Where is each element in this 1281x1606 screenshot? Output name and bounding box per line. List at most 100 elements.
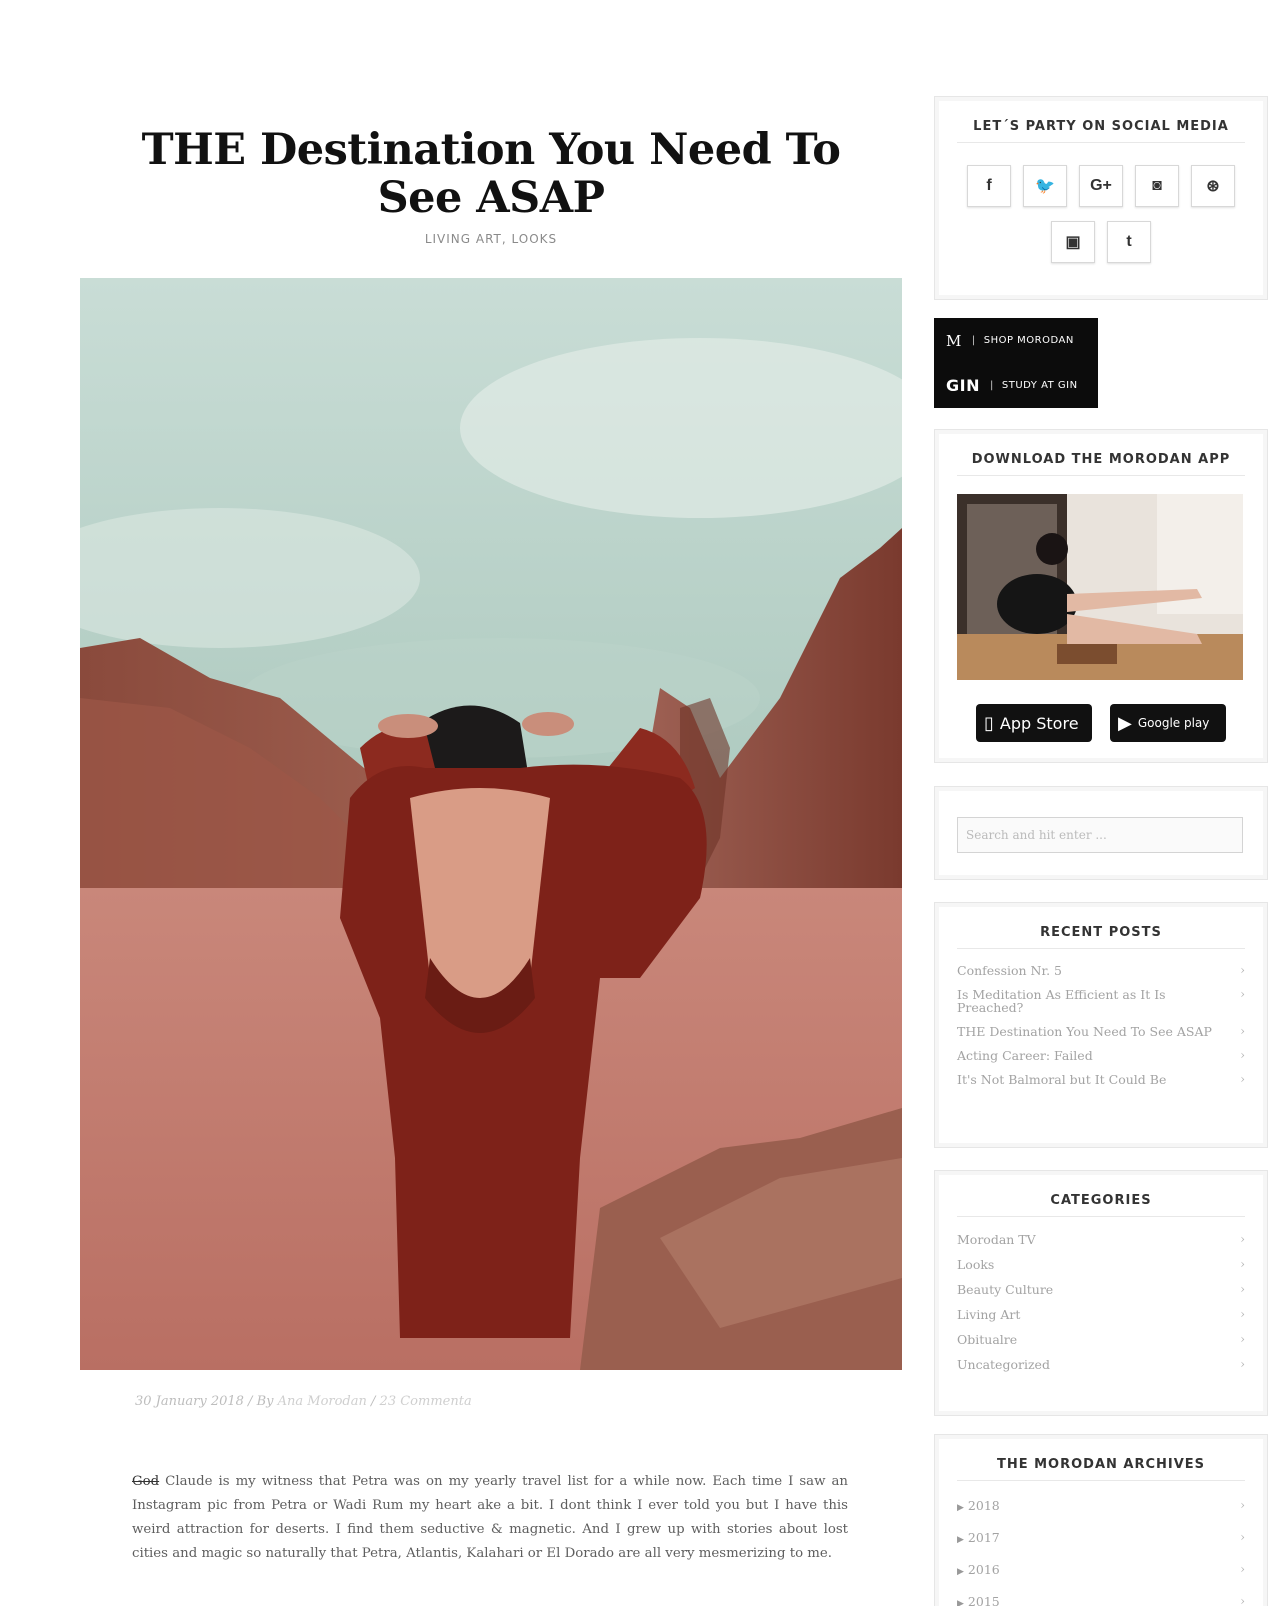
archive-item[interactable]: ▶ 2016 ›: [957, 1555, 1245, 1587]
category-item[interactable]: Living Art ›: [957, 1302, 1245, 1327]
category-item[interactable]: Beauty Culture ›: [957, 1277, 1245, 1302]
chevron-right-icon: ›: [1240, 1257, 1245, 1271]
archive-item[interactable]: ▶ 2017 ›: [957, 1523, 1245, 1555]
chevron-right-icon: ›: [1240, 1072, 1245, 1086]
post-body-text: Claude is my witness that Petra was on m…: [132, 1474, 848, 1561]
post-meta-separator: /: [366, 1394, 380, 1409]
category-label: Morodan TV: [957, 1232, 1036, 1247]
recent-posts-widget: RECENT POSTS Confession Nr. 5 › Is Medita…: [934, 902, 1268, 1148]
triangle-right-icon: ▶: [957, 1567, 964, 1577]
shop-morodan-banner[interactable]: M | SHOP MORODAN: [934, 318, 1098, 363]
chevron-right-icon: ›: [1240, 1282, 1245, 1296]
search-input[interactable]: [957, 817, 1243, 853]
categories-title: CATEGORIES: [957, 1193, 1245, 1217]
google-play-button[interactable]: ▶ Google play: [1110, 704, 1226, 742]
instagram-icon[interactable]: ◙: [1135, 165, 1179, 207]
category-link-living-art[interactable]: LIVING ART: [425, 232, 502, 246]
chevron-right-icon: ›: [1240, 987, 1245, 1001]
app-photo: [957, 494, 1243, 680]
recent-post-label: Is Meditation As Efficient as It Is Prea…: [957, 987, 1166, 1015]
shop-morodan-label: SHOP MORODAN: [983, 335, 1074, 346]
category-item[interactable]: Uncategorized ›: [957, 1352, 1245, 1377]
chevron-right-icon: ›: [1240, 1332, 1245, 1346]
category-item[interactable]: Looks ›: [957, 1252, 1245, 1277]
youtube-icon[interactable]: ▣: [1051, 221, 1095, 263]
chevron-right-icon: ›: [1240, 1594, 1245, 1606]
twitter-icon[interactable]: 🐦: [1023, 165, 1067, 207]
category-label: Looks: [957, 1257, 995, 1272]
morodan-logo: M: [946, 331, 962, 350]
social-widget: LET´S PARTY ON SOCIAL MEDIA f 🐦 G+ ◙ ⊛ ▣…: [934, 96, 1268, 300]
recent-post-label: THE Destination You Need To See ASAP: [957, 1024, 1212, 1039]
tumblr-icon[interactable]: t: [1107, 221, 1151, 263]
app-store-label: App Store: [999, 713, 1079, 733]
chevron-right-icon: ›: [1240, 963, 1245, 977]
facebook-icon[interactable]: f: [967, 165, 1011, 207]
app-store-button[interactable]: ▯ App Store: [976, 704, 1092, 742]
triangle-right-icon: ▶: [957, 1503, 964, 1513]
pinterest-icon[interactable]: ⊛: [1191, 165, 1235, 207]
recent-post-label: It's Not Balmoral but It Could Be: [957, 1072, 1167, 1087]
post-meta: 30 January 2018 / By Ana Morodan / 23 Co…: [135, 1394, 472, 1409]
post-main: THE Destination You Need To See ASAP LIV…: [80, 96, 902, 1561]
archive-label: 2017: [967, 1530, 1000, 1545]
recent-post-item[interactable]: Confession Nr. 5 ›: [957, 959, 1245, 983]
chevron-right-icon: ›: [1240, 1530, 1245, 1544]
chevron-right-icon: ›: [1240, 1562, 1245, 1576]
category-label: Obitualre: [957, 1332, 1018, 1347]
category-label: Beauty Culture: [957, 1282, 1054, 1297]
archives-title: THE MORODAN ARCHIVES: [957, 1457, 1245, 1481]
archive-label: 2015: [967, 1594, 1000, 1606]
search-widget: [934, 786, 1268, 880]
post-title: THE Destination You Need To See ASAP: [141, 125, 841, 223]
post-categories: LIVING ART, LOOKS: [80, 232, 902, 246]
recent-post-item[interactable]: THE Destination You Need To See ASAP ›: [957, 1020, 1245, 1044]
chevron-right-icon: ›: [1240, 1048, 1245, 1062]
triangle-right-icon: ▶: [957, 1599, 964, 1606]
post-hero-image: [80, 278, 902, 1370]
category-label: Uncategorized: [957, 1357, 1050, 1372]
categories-widget: CATEGORIES Morodan TV › Looks › Beauty Cul…: [934, 1170, 1268, 1416]
recent-post-item[interactable]: Acting Career: Failed ›: [957, 1044, 1245, 1068]
archive-item[interactable]: ▶ 2015 ›: [957, 1587, 1245, 1606]
promo-banners: M | SHOP MORODAN GIN | STUDY AT GIN: [934, 318, 1098, 408]
banner-separator: |: [989, 380, 994, 391]
chevron-right-icon: ›: [1240, 1232, 1245, 1246]
study-at-gin-label: STUDY AT GIN: [1001, 380, 1078, 391]
google-play-label: Google play: [1137, 716, 1210, 730]
google-plus-icon[interactable]: G+: [1079, 165, 1123, 207]
chevron-right-icon: ›: [1240, 1307, 1245, 1321]
social-widget-title: LET´S PARTY ON SOCIAL MEDIA: [957, 119, 1245, 143]
post-by-label: / By: [243, 1394, 278, 1409]
category-separator: ,: [501, 232, 512, 246]
chevron-right-icon: ›: [1240, 1024, 1245, 1038]
post-date: 30 January 2018: [135, 1394, 244, 1409]
banner-separator: |: [971, 335, 976, 346]
recent-post-label: Confession Nr. 5: [957, 963, 1062, 978]
archives-widget: THE MORODAN ARCHIVES ▶ 2018 › ▶ 2017 › ▶ 2016…: [934, 1434, 1268, 1606]
archive-label: 2016: [967, 1562, 1000, 1577]
category-item[interactable]: Obitualre ›: [957, 1327, 1245, 1352]
category-link-looks[interactable]: LOOKS: [512, 232, 558, 246]
chevron-right-icon: ›: [1240, 1498, 1245, 1512]
recent-post-item[interactable]: Is Meditation As Efficient as It Is Prea…: [957, 983, 1245, 1020]
post-body-struck: God: [132, 1474, 160, 1489]
archive-label: 2018: [967, 1498, 1000, 1513]
app-widget-title: DOWNLOAD THE MORODAN APP: [957, 452, 1245, 476]
category-label: Living Art: [957, 1307, 1021, 1322]
category-item[interactable]: Morodan TV ›: [957, 1227, 1245, 1252]
apple-icon: ▯: [984, 712, 994, 734]
archive-item[interactable]: ▶ 2018 ›: [957, 1491, 1245, 1523]
chevron-right-icon: ›: [1240, 1357, 1245, 1371]
recent-post-item[interactable]: It's Not Balmoral but It Could Be ›: [957, 1068, 1245, 1092]
study-at-gin-banner[interactable]: GIN | STUDY AT GIN: [934, 363, 1098, 408]
recent-post-label: Acting Career: Failed: [957, 1048, 1093, 1063]
post-author-link[interactable]: Ana Morodan: [278, 1394, 367, 1409]
desert-photo: [80, 278, 902, 1370]
gin-logo: GIN: [946, 376, 980, 395]
app-promo-image[interactable]: [957, 494, 1243, 680]
triangle-right-icon: ▶: [957, 1535, 964, 1545]
post-comments-link[interactable]: 23 Commenta: [380, 1394, 472, 1409]
post-body: God Claude is my witness that Petra was …: [132, 1470, 848, 1566]
app-widget: DOWNLOAD THE MORODAN APP ▯ App Store ▶ G…: [934, 429, 1268, 763]
